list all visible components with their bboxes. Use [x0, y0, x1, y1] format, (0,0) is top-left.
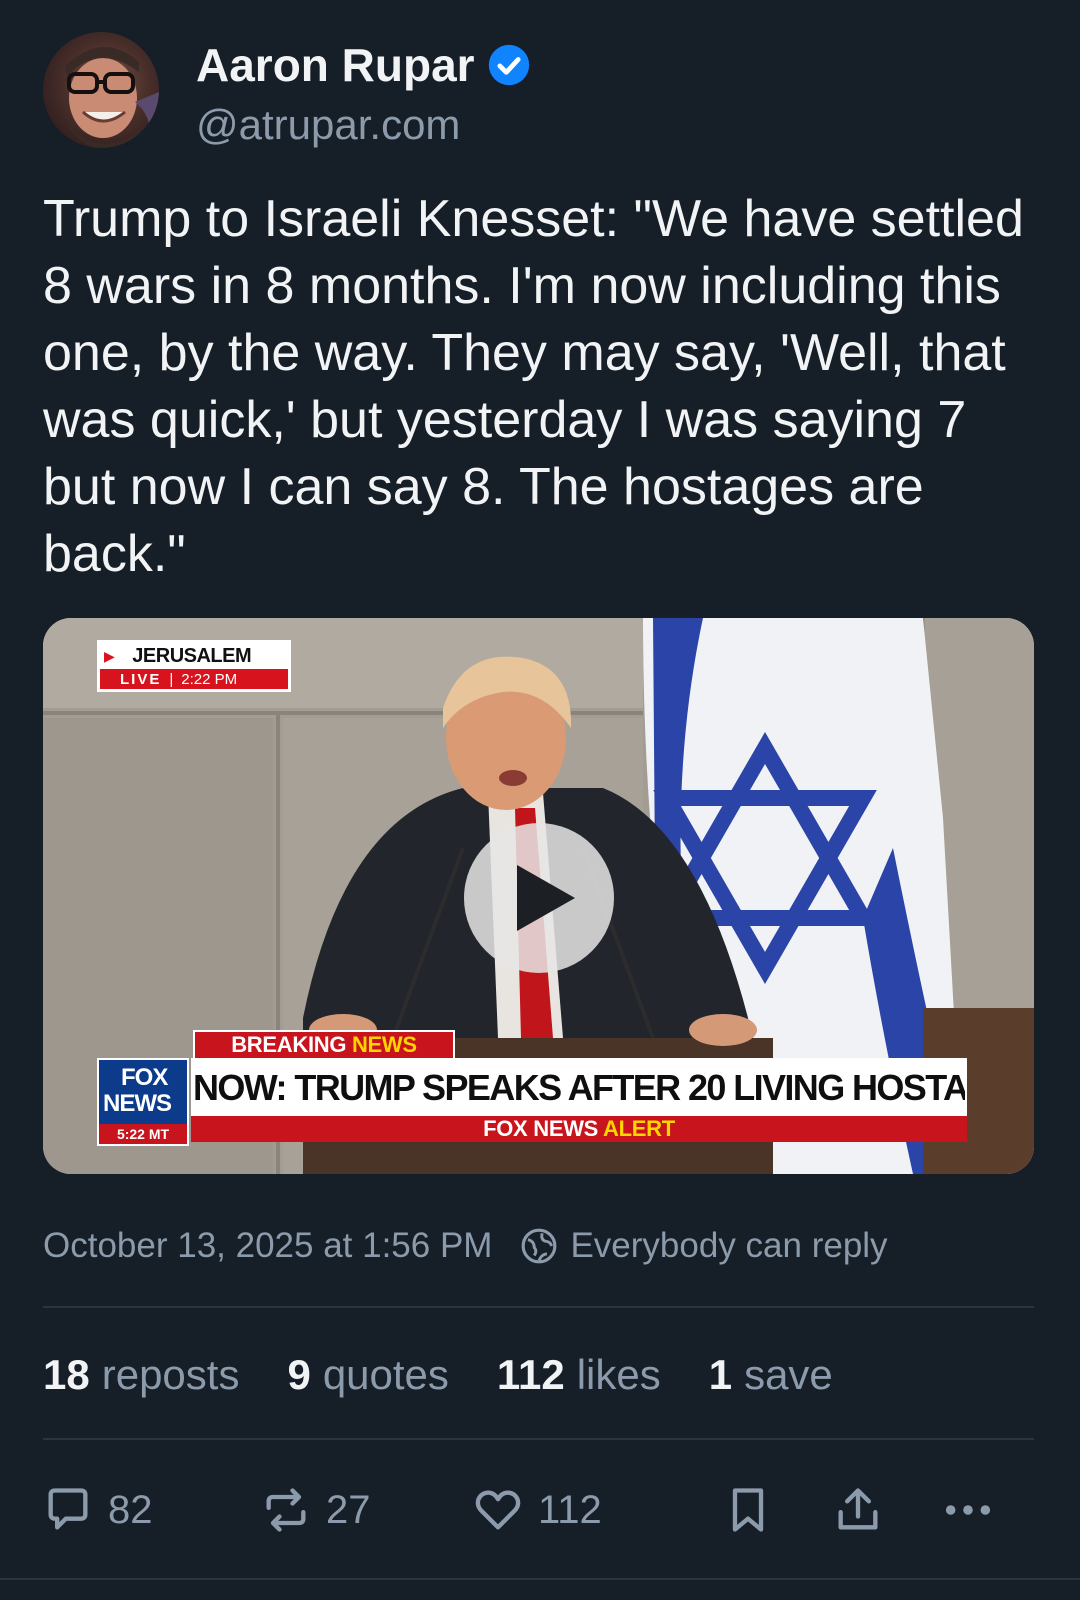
video-embed[interactable]: ▶ JERUSALEM LIVE | 2:22 PM BREAKING NEWS…	[43, 618, 1034, 1174]
live-location-badge: ▶ JERUSALEM LIVE | 2:22 PM	[97, 640, 291, 692]
alert-label: ALERT	[603, 1116, 675, 1141]
engagement-stats: 18 reposts 9 quotes 112 likes 1 save	[43, 1350, 881, 1400]
avatar-photo	[65, 46, 159, 148]
breaking-label: BREAKING	[231, 1032, 347, 1057]
reposts-stat[interactable]: 18 reposts	[43, 1350, 239, 1400]
news-label: NEWS	[351, 1032, 417, 1057]
alert-network: FOX NEWS	[483, 1116, 599, 1141]
divider	[43, 1438, 1034, 1440]
share-button[interactable]	[832, 1480, 884, 1540]
divider	[43, 1306, 1034, 1308]
repost-button[interactable]: 27	[260, 1480, 371, 1540]
bookmark-icon	[732, 1488, 764, 1532]
divider	[0, 1578, 1080, 1580]
reply-button[interactable]: 82	[42, 1480, 153, 1540]
live-label: LIVE	[120, 670, 162, 688]
reposts-count: 18	[43, 1351, 90, 1398]
post-actions: 82 27 112	[40, 1480, 1040, 1540]
quotes-count: 9	[287, 1351, 311, 1398]
more-dots-icon	[945, 1505, 991, 1515]
bookmark-button[interactable]	[722, 1480, 774, 1540]
avatar[interactable]	[43, 32, 159, 148]
fox-logo-time: 5:22 MT	[99, 1124, 187, 1144]
live-separator: |	[169, 670, 174, 688]
post-text: Trump to Israeli Knesset: "We have settl…	[43, 190, 1024, 583]
reply-count: 82	[108, 1487, 153, 1532]
repost-icon	[266, 1488, 306, 1532]
post-meta: October 13, 2025 at 1:56 PM Everybody ca…	[43, 1224, 888, 1268]
post-timestamp: October 13, 2025 at 1:56 PM	[43, 1226, 493, 1265]
verified-check-icon	[488, 44, 529, 86]
reposts-label: reposts	[101, 1351, 240, 1398]
like-count: 112	[538, 1487, 602, 1532]
quotes-stat[interactable]: 9 quotes	[287, 1350, 448, 1400]
share-icon	[838, 1488, 878, 1530]
play-icon	[517, 865, 575, 931]
quotes-label: quotes	[322, 1351, 449, 1398]
fox-logo-line1: FOX	[121, 1064, 168, 1091]
like-button[interactable]: 112	[472, 1480, 602, 1540]
live-location: JERUSALEM	[132, 644, 252, 667]
comment-icon	[48, 1488, 88, 1530]
globe-icon	[522, 1228, 557, 1264]
author-name[interactable]: Aaron Rupar	[196, 38, 531, 92]
post-thread-item: Aaron Rupar @atrupar.com Trump to Israel…	[0, 0, 1080, 1600]
saves-stat[interactable]: 1 save	[709, 1350, 833, 1400]
author-handle[interactable]: @atrupar.com	[196, 100, 460, 150]
play-triangle-icon: ▶	[104, 647, 115, 664]
repost-count: 27	[326, 1487, 371, 1532]
fox-news-logo: FOX NEWS 5:22 MT	[97, 1058, 189, 1146]
saves-count: 1	[708, 1351, 733, 1398]
fox-logo-line2: NEWS	[103, 1090, 172, 1117]
chyron-headline: NOW: TRUMP SPEAKS AFTER 20 LIVING HOSTAG…	[191, 1058, 967, 1118]
saves-label: save	[744, 1351, 833, 1398]
likes-stat[interactable]: 112 likes	[497, 1350, 661, 1400]
reply-setting[interactable]: Everybody can reply	[570, 1224, 887, 1268]
likes-count: 112	[496, 1351, 565, 1398]
heart-icon	[475, 1490, 521, 1530]
likes-label: likes	[576, 1351, 661, 1398]
live-time: 2:22 PM	[181, 670, 238, 688]
author-name-text: Aaron Rupar	[196, 39, 475, 91]
fox-news-alert-bar: FOX NEWS ALERT	[191, 1116, 967, 1142]
play-button[interactable]	[464, 823, 614, 973]
more-options-button[interactable]	[942, 1480, 994, 1540]
breaking-news-tag: BREAKING NEWS	[193, 1030, 455, 1058]
